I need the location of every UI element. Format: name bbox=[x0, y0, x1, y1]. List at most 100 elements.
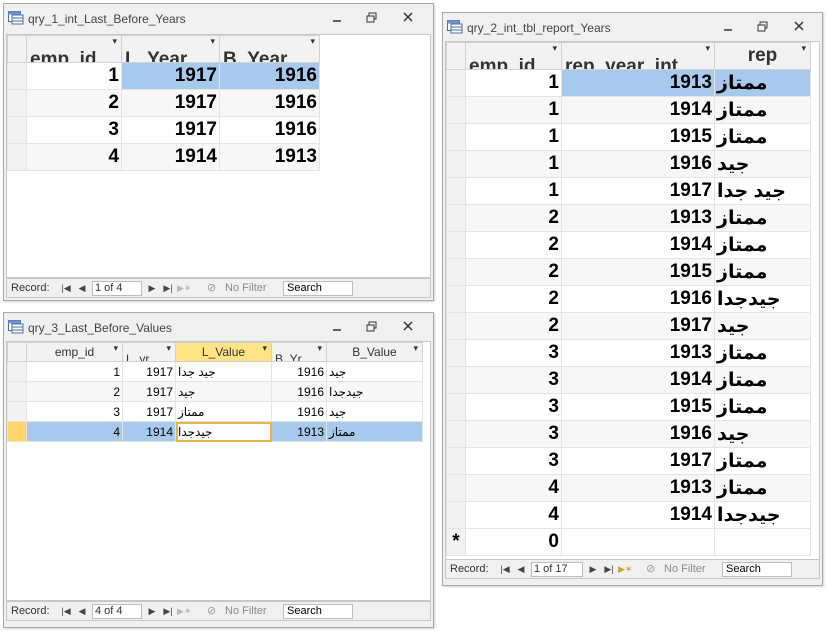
cell-emp-id[interactable]: 4 bbox=[26, 421, 123, 442]
cell-b-year[interactable]: 1916 bbox=[219, 89, 320, 117]
table-row[interactable]: 3 1917 1916 bbox=[7, 116, 320, 144]
record-selector[interactable] bbox=[7, 381, 27, 402]
cell-rep-year-int[interactable]: 1915 bbox=[561, 393, 715, 421]
cell-l-yr[interactable]: 1917 bbox=[122, 381, 176, 402]
record-position-input[interactable]: 1 of 17 bbox=[531, 562, 583, 577]
datasheet-grid[interactable]: emp_id ▾ L_yr ▾ L_Value ▾ B_Yr ▾ B_Value ▾ 1 … bbox=[6, 341, 431, 601]
cell-rep[interactable]: ممتاز bbox=[714, 123, 811, 151]
minimize-button[interactable] bbox=[325, 9, 349, 27]
table-row[interactable]: 3 1914 ممتاز bbox=[446, 366, 811, 394]
filter-status[interactable]: No Filter bbox=[664, 560, 706, 578]
last-record-icon[interactable]: ▶| bbox=[161, 602, 175, 620]
cell-emp-id[interactable]: 2 bbox=[465, 285, 562, 313]
datasheet-grid[interactable]: emp_id ▾ L_Year ▾ B_Year ▾ 1 1917 1916 2 19… bbox=[6, 34, 431, 278]
record-selector[interactable] bbox=[446, 474, 466, 502]
close-button[interactable] bbox=[396, 9, 420, 27]
last-record-icon[interactable]: ▶| bbox=[161, 279, 175, 297]
prev-record-icon[interactable]: ◀ bbox=[75, 279, 89, 297]
new-record-marker[interactable]: * bbox=[446, 528, 466, 556]
query-window-3[interactable]: qry_3_Last_Before_Values emp_id ▾ L_yr ▾ L… bbox=[3, 312, 434, 628]
record-selector[interactable] bbox=[446, 69, 466, 97]
cell-rep-year-int[interactable]: 1914 bbox=[561, 366, 715, 394]
cell-emp-id[interactable]: 3 bbox=[465, 393, 562, 421]
cell-rep-year-int[interactable]: 1917 bbox=[561, 447, 715, 475]
cell-rep-year-int[interactable]: 1914 bbox=[561, 231, 715, 259]
record-selector[interactable] bbox=[446, 123, 466, 151]
record-selector[interactable] bbox=[446, 393, 466, 421]
record-selector[interactable] bbox=[7, 421, 27, 442]
cell-rep-year-int[interactable]: 1916 bbox=[561, 285, 715, 313]
new-record-row[interactable]: * 0 bbox=[446, 528, 811, 556]
cell-emp-id[interactable]: 3 bbox=[465, 420, 562, 448]
restore-button[interactable] bbox=[751, 18, 775, 36]
table-row[interactable]: 4 1913 ممتاز bbox=[446, 474, 811, 502]
cell-emp-id[interactable]: 1 bbox=[465, 123, 562, 151]
table-row[interactable]: 2 1917 1916 bbox=[7, 89, 320, 117]
prev-record-icon[interactable]: ◀ bbox=[514, 560, 528, 578]
record-selector[interactable] bbox=[7, 361, 27, 382]
cell-l-year[interactable]: 1917 bbox=[121, 116, 220, 144]
record-selector[interactable] bbox=[446, 258, 466, 286]
record-selector[interactable] bbox=[446, 204, 466, 232]
record-selector[interactable] bbox=[446, 150, 466, 178]
table-row[interactable]: 1 1915 ممتاز bbox=[446, 123, 811, 151]
datasheet-grid[interactable]: emp_id ▾ rep_year_int ▾ rep ▾ 1 1913 ممتاز 1 19… bbox=[445, 41, 820, 561]
title-bar[interactable]: qry_3_Last_Before_Values bbox=[4, 313, 433, 341]
cell-l-value[interactable]: ممتاز bbox=[175, 401, 272, 422]
table-row-current[interactable]: 4 1914 جيدجدا 1913 ممتاز bbox=[7, 421, 423, 442]
query-window-1[interactable]: qry_1_int_Last_Before_Years emp_id ▾ L_Ye… bbox=[3, 3, 434, 301]
table-row[interactable]: 1 1917 1916 bbox=[7, 62, 320, 90]
table-row[interactable]: 2 1917 جيد 1916 جيدجدا bbox=[7, 381, 423, 402]
cell-rep[interactable]: جيد bbox=[714, 312, 811, 340]
cell-rep-year-int[interactable]: 1917 bbox=[561, 312, 715, 340]
cell-rep[interactable]: ممتاز bbox=[714, 204, 811, 232]
column-header-emp-id[interactable]: emp_id ▾ bbox=[465, 42, 562, 70]
table-row[interactable]: 3 1917 ممتاز bbox=[446, 447, 811, 475]
prev-record-icon[interactable]: ◀ bbox=[75, 602, 89, 620]
cell-rep[interactable]: ممتاز bbox=[714, 69, 811, 97]
filter-status[interactable]: No Filter bbox=[225, 279, 267, 297]
cell-rep[interactable]: ممتاز bbox=[714, 366, 811, 394]
cell-b-value[interactable]: جيدجدا bbox=[326, 381, 423, 402]
cell-l-yr[interactable]: 1917 bbox=[122, 401, 176, 422]
record-selector[interactable] bbox=[7, 89, 27, 117]
table-row[interactable]: 1 1914 ممتاز bbox=[446, 96, 811, 124]
record-selector[interactable] bbox=[446, 420, 466, 448]
record-selector[interactable] bbox=[446, 231, 466, 259]
cell-rep[interactable]: جيد جدا bbox=[714, 177, 811, 205]
cell-emp-id[interactable]: 3 bbox=[465, 339, 562, 367]
cell-l-year[interactable]: 1914 bbox=[121, 143, 220, 171]
cell-emp-id[interactable]: 4 bbox=[26, 143, 122, 171]
cell-l-value-focused[interactable]: جيدجدا bbox=[175, 421, 272, 442]
column-header-rep-year-int[interactable]: rep_year_int ▾ bbox=[561, 42, 715, 70]
cell-l-value[interactable]: جيد bbox=[175, 381, 272, 402]
cell-emp-id[interactable]: 1 bbox=[465, 69, 562, 97]
table-row[interactable]: 2 1913 ممتاز bbox=[446, 204, 811, 232]
first-record-icon[interactable]: |◀ bbox=[498, 560, 512, 578]
table-row[interactable]: 4 1914 جيدجدا bbox=[446, 501, 811, 529]
column-header-rep[interactable]: rep ▾ bbox=[714, 42, 811, 70]
column-header-b-yr[interactable]: B_Yr ▾ bbox=[271, 342, 327, 362]
cell-rep[interactable]: ممتاز bbox=[714, 231, 811, 259]
minimize-button[interactable] bbox=[325, 318, 349, 336]
first-record-icon[interactable]: |◀ bbox=[59, 279, 73, 297]
cell-emp-id[interactable]: 1 bbox=[465, 96, 562, 124]
column-header-b-year[interactable]: B_Year ▾ bbox=[219, 35, 320, 63]
cell-l-year[interactable]: 1917 bbox=[121, 89, 220, 117]
cell-rep-year-int[interactable]: 1917 bbox=[561, 177, 715, 205]
dropdown-arrow-icon[interactable]: ▾ bbox=[113, 344, 118, 355]
cell-rep-year-int[interactable]: 1913 bbox=[561, 69, 715, 97]
table-row[interactable]: 3 1915 ممتاز bbox=[446, 393, 811, 421]
dropdown-arrow-icon[interactable]: ▾ bbox=[317, 344, 322, 355]
cell-rep-year-int[interactable]: 1914 bbox=[561, 96, 715, 124]
query-window-2[interactable]: qry_2_int_tbl_report_Years emp_id ▾ rep_y… bbox=[442, 12, 823, 586]
dropdown-arrow-icon[interactable]: ▾ bbox=[210, 37, 215, 48]
cell-b-value[interactable]: ممتاز bbox=[326, 421, 423, 442]
next-record-icon[interactable]: ▶ bbox=[586, 560, 600, 578]
dropdown-arrow-icon[interactable]: ▾ bbox=[413, 344, 418, 355]
dropdown-arrow-icon[interactable]: ▾ bbox=[112, 37, 117, 48]
title-bar[interactable]: qry_2_int_tbl_report_Years bbox=[443, 13, 822, 41]
table-row[interactable]: 3 1913 ممتاز bbox=[446, 339, 811, 367]
cell-b-year[interactable]: 1913 bbox=[219, 143, 320, 171]
column-header-emp-id[interactable]: emp_id ▾ bbox=[26, 35, 122, 63]
